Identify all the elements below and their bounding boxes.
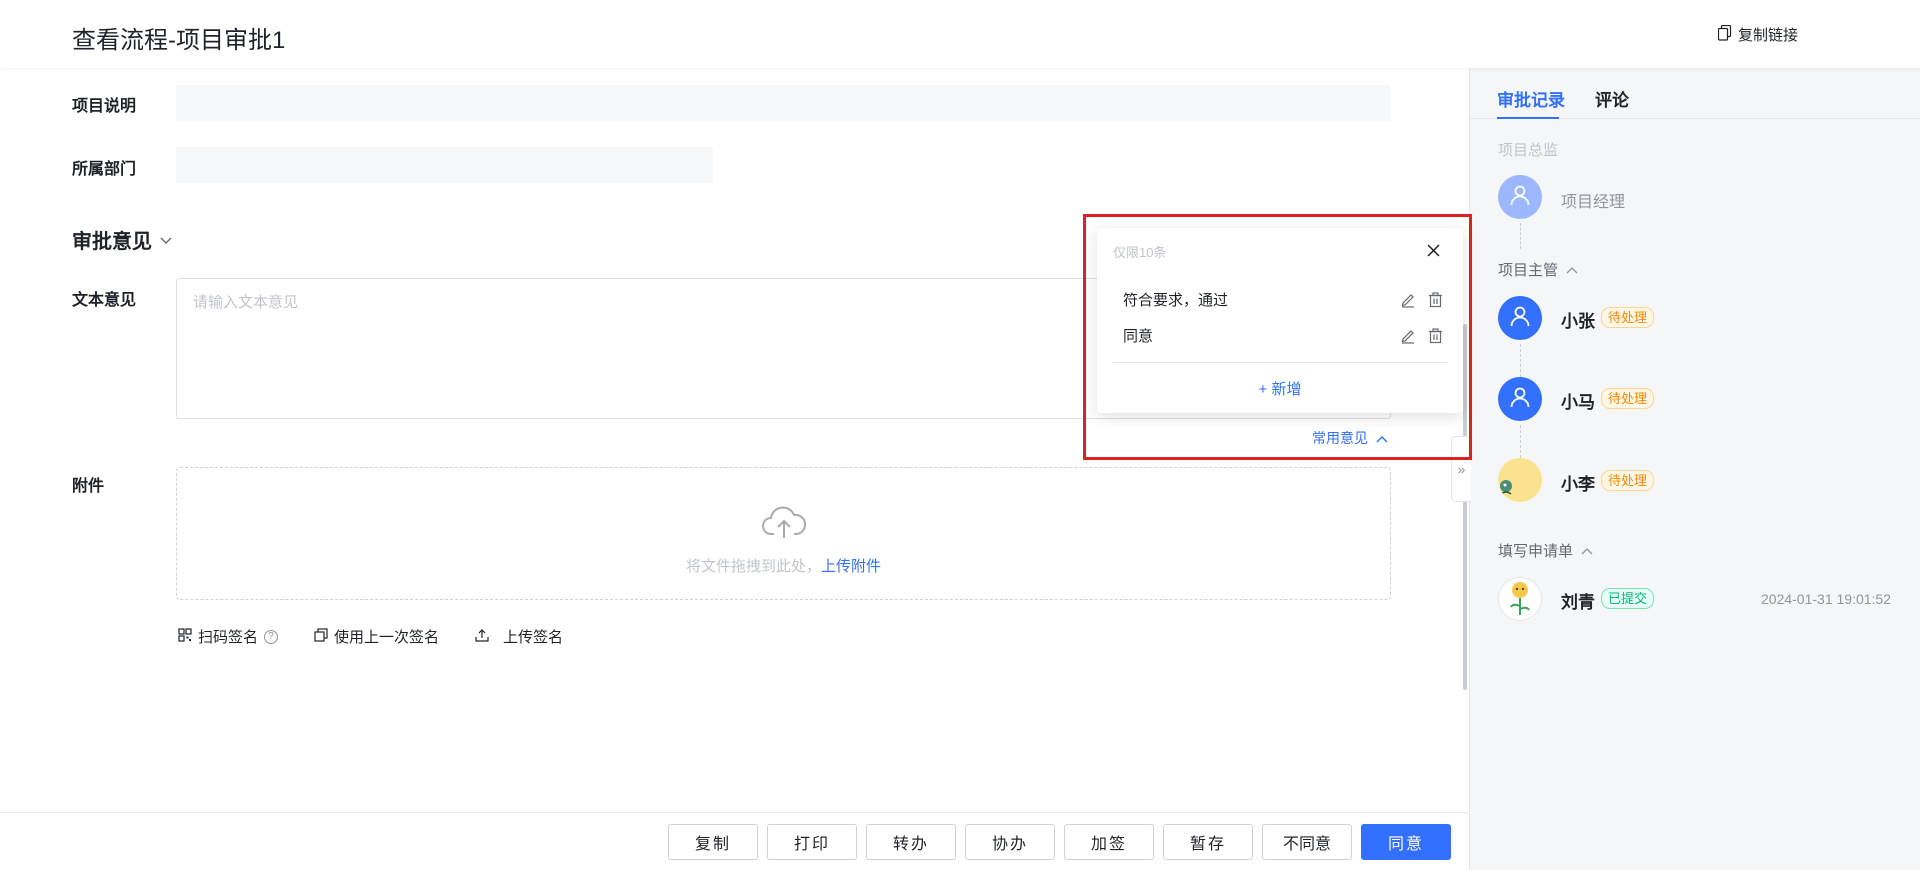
opinion-item[interactable]: 符合要求，通过 bbox=[1123, 289, 1443, 310]
person-name: 小张 bbox=[1561, 312, 1595, 331]
status-badge: 待处理 bbox=[1601, 388, 1655, 409]
upload-sign-button[interactable]: 上传签名 bbox=[475, 626, 563, 647]
scan-sign-label: 扫码签名 bbox=[198, 629, 259, 646]
status-badge: 已提交 bbox=[1601, 588, 1655, 609]
save-draft-button[interactable]: 暂存 bbox=[1163, 824, 1253, 860]
upload-sign-label: 上传签名 bbox=[503, 629, 564, 646]
attachment-label: 附件 bbox=[72, 478, 105, 495]
transfer-button[interactable]: 转办 bbox=[866, 824, 956, 860]
department-label: 所属部门 bbox=[72, 161, 137, 178]
timeline-connector bbox=[1520, 344, 1521, 377]
edit-icon[interactable] bbox=[1400, 328, 1416, 344]
page-header: 查看流程-项目审批1 复制链接 bbox=[0, 0, 1920, 68]
copy-icon bbox=[1717, 24, 1732, 45]
flower-avatar-icon bbox=[1499, 578, 1541, 620]
use-last-sign-button[interactable]: 使用上一次签名 bbox=[314, 626, 439, 647]
action-footer: 复制 打印 转办 协办 加签 暂存 不同意 同意 bbox=[0, 812, 1468, 870]
opinion-text: 符合要求，通过 bbox=[1123, 292, 1229, 309]
node-title-row[interactable]: 项目主管 bbox=[1498, 259, 1578, 280]
divider bbox=[1113, 362, 1447, 363]
reject-button[interactable]: 不同意 bbox=[1262, 824, 1352, 860]
delete-icon[interactable] bbox=[1428, 327, 1443, 344]
use-last-sign-label: 使用上一次签名 bbox=[334, 629, 440, 646]
text-opinion-label: 文本意见 bbox=[72, 292, 137, 309]
form-main: 项目说明 所属部门 bbox=[0, 68, 1468, 812]
timeline-connector bbox=[1520, 223, 1521, 249]
cartoon-avatar-icon bbox=[1498, 458, 1542, 502]
copy-link-label: 复制链接 bbox=[1738, 27, 1799, 44]
copy-icon bbox=[314, 627, 328, 646]
department-field[interactable] bbox=[176, 147, 713, 183]
approval-section-title: 审批意见 bbox=[72, 231, 152, 253]
common-opinion-label: 常用意见 bbox=[1312, 430, 1368, 446]
tab-approval-record[interactable]: 审批记录 bbox=[1497, 86, 1565, 111]
chevron-up-icon bbox=[1581, 542, 1593, 559]
avatar bbox=[1498, 577, 1542, 621]
collapse-panel-button[interactable]: » bbox=[1451, 436, 1471, 502]
scan-sign-button[interactable]: 扫码签名 ? bbox=[178, 626, 279, 647]
user-icon bbox=[1509, 305, 1531, 332]
node-title: 项目主管 bbox=[1498, 262, 1559, 279]
chevron-up-icon bbox=[1566, 261, 1578, 278]
user-icon bbox=[1509, 386, 1531, 413]
avatar bbox=[1498, 175, 1542, 219]
double-chevron-right-icon: » bbox=[1457, 461, 1466, 477]
text-opinion-placeholder: 请输入文本意见 bbox=[193, 294, 299, 311]
edit-icon[interactable] bbox=[1400, 292, 1416, 308]
cloud-upload-icon bbox=[762, 504, 807, 545]
avatar bbox=[1498, 458, 1542, 502]
user-icon bbox=[1509, 184, 1531, 211]
sign-tools: 扫码签名 ? 使用上一次签名 上传签名 bbox=[178, 626, 599, 647]
copy-link-button[interactable]: 复制链接 bbox=[1717, 24, 1799, 45]
avatar bbox=[1498, 296, 1542, 340]
print-button[interactable]: 打印 bbox=[767, 824, 857, 860]
delete-icon[interactable] bbox=[1428, 291, 1443, 308]
panel-tabs: 审批记录 评论 bbox=[1470, 68, 1920, 119]
active-tab-indicator bbox=[1497, 117, 1559, 119]
upload-icon bbox=[475, 628, 489, 646]
upload-attachment-link[interactable]: 上传附件 bbox=[821, 558, 881, 575]
chevron-down-icon bbox=[160, 228, 172, 251]
node-title: 填写申请单 bbox=[1498, 543, 1574, 560]
close-icon[interactable] bbox=[1427, 244, 1440, 262]
upload-hint: 将文件拖拽到此处， bbox=[685, 558, 821, 575]
tab-comments[interactable]: 评论 bbox=[1595, 86, 1629, 111]
common-opinion-popover: 仅限10条 符合要求，通过 同意 + 新增 bbox=[1097, 228, 1463, 413]
timeline-connector bbox=[1520, 425, 1521, 458]
page-title: 查看流程-项目审批1 bbox=[72, 27, 286, 54]
add-opinion-button[interactable]: + 新增 bbox=[1097, 378, 1463, 399]
node-title-row[interactable]: 填写申请单 bbox=[1498, 540, 1593, 561]
opinion-item[interactable]: 同意 bbox=[1123, 325, 1443, 346]
project-desc-field[interactable] bbox=[176, 85, 1391, 121]
avatar bbox=[1498, 377, 1542, 421]
popover-limit-text: 仅限10条 bbox=[1113, 245, 1167, 260]
person-name: 小李 bbox=[1561, 475, 1595, 494]
attachment-dropzone[interactable]: 将文件拖拽到此处，上传附件 bbox=[176, 467, 1391, 600]
opinion-text: 同意 bbox=[1123, 328, 1154, 345]
status-badge: 待处理 bbox=[1601, 470, 1655, 491]
approval-record-panel: 审批记录 评论 项目总监 项目经理 项目主管 小张 待处理 小马 待处理 小李 … bbox=[1469, 68, 1920, 870]
add-signer-button[interactable]: 加签 bbox=[1064, 824, 1154, 860]
copy-button[interactable]: 复制 bbox=[668, 824, 758, 860]
help-icon[interactable]: ? bbox=[264, 629, 279, 644]
status-badge: 待处理 bbox=[1601, 307, 1655, 328]
person-name: 小马 bbox=[1561, 393, 1595, 412]
chevron-up-icon bbox=[1376, 430, 1388, 446]
common-opinion-toggle[interactable]: 常用意见 bbox=[1312, 428, 1388, 448]
node-title: 项目总监 bbox=[1498, 142, 1559, 159]
person-name: 项目经理 bbox=[1561, 194, 1626, 211]
form-scrollbar[interactable] bbox=[1463, 324, 1467, 690]
qrcode-icon bbox=[178, 627, 192, 646]
assist-button[interactable]: 协办 bbox=[965, 824, 1055, 860]
approval-section-header[interactable]: 审批意见 bbox=[72, 225, 172, 254]
person-name: 刘青 bbox=[1561, 593, 1595, 612]
approve-button[interactable]: 同意 bbox=[1361, 824, 1451, 860]
timestamp: 2024-01-31 19:01:52 bbox=[1761, 591, 1891, 607]
project-desc-label: 项目说明 bbox=[72, 98, 137, 115]
